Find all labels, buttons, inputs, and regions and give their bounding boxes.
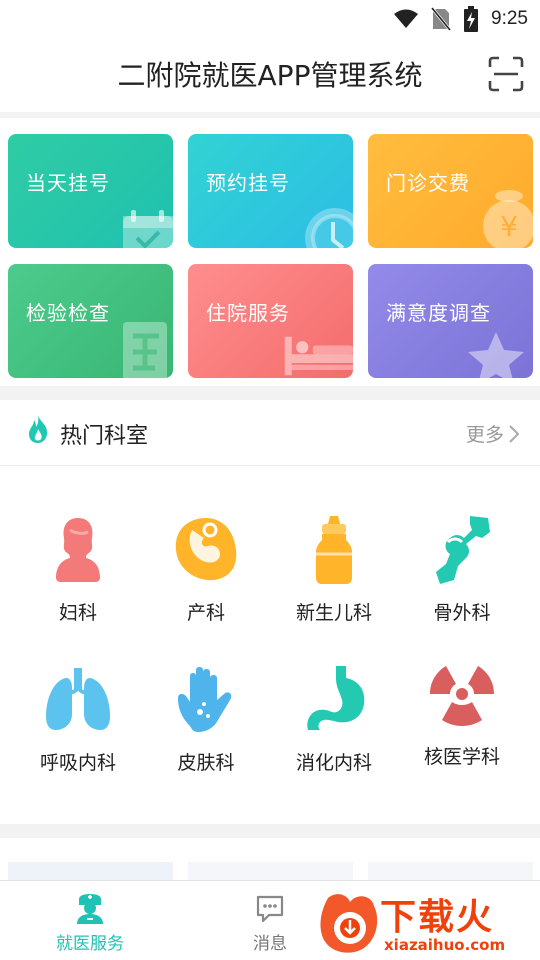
woman-silhouette-icon [56,518,100,582]
dept-name: 消化内科 [295,752,372,774]
inpatient-service-tile[interactable]: 住院服务 [188,264,353,378]
tab-label: 就医服务 [56,934,124,954]
app-screen: 9:25 二附院就医APP管理系统 当天挂号 预约挂号 门诊交费 ¥ 检验检查 … [0,0,540,960]
section-header: 热门科室 更多 [0,400,540,466]
scan-qr-icon[interactable] [488,56,524,92]
outpatient-payment-tile[interactable]: 门诊交费 ¥ [368,134,533,248]
message-bubble-icon [256,895,284,923]
lungs-icon [46,668,110,730]
dept-neonatology[interactable]: 新生儿科 [274,514,394,625]
yen-moneybag-icon: ¥ [483,190,533,248]
watermark-text: 下载火 [380,897,495,938]
dept-dermatology[interactable]: 皮肤科 [146,664,266,775]
dept-name: 骨外科 [433,602,491,624]
doctor-nurse-icon [77,894,103,924]
section-title: 热门科室 [60,424,149,449]
hot-departments-section: 热门科室 更多 妇科 产科 新生儿科 骨外科 呼吸内科 皮肤科 消化内科 核医学… [0,400,540,824]
dept-name: 核医学科 [423,746,500,768]
quick-actions: 当天挂号 预约挂号 门诊交费 ¥ 检验检查 住院服务 满意度调查 [0,118,540,386]
bone-joint-icon [436,516,490,584]
appointment-register-tile[interactable]: 预约挂号 [188,134,353,248]
lab-report-icon [123,322,167,378]
page-title: 二附院就医APP管理系统 [117,59,423,92]
tile-label: 住院服务 [206,301,290,325]
dept-name: 呼吸内科 [39,752,116,774]
star-icon [468,332,524,378]
hospital-bed-icon [284,336,353,376]
dept-name: 皮肤科 [177,752,235,774]
same-day-register-tile[interactable]: 当天挂号 [8,134,173,248]
stomach-icon [307,666,365,730]
satisfaction-survey-tile[interactable]: 满意度调查 [368,264,533,378]
dept-orthopedic-surgery[interactable]: 骨外科 [402,514,522,625]
more-link[interactable]: 更多 [466,420,520,447]
tab-medical-service[interactable]: 就医服务 [20,881,160,960]
dept-gastroenterology[interactable]: 消化内科 [274,664,394,775]
baby-bottle-icon [316,516,352,584]
dept-obstetrics[interactable]: 产科 [146,514,266,625]
calendar-check-icon [123,210,173,248]
svg-text:¥: ¥ [500,210,518,243]
dept-nuclear-medicine[interactable]: 核医学科 [402,658,522,769]
clock-time: 9:25 [491,8,528,29]
dept-respiratory-medicine[interactable]: 呼吸内科 [18,664,138,775]
dept-name: 产科 [186,602,225,624]
lab-exam-tile[interactable]: 检验检查 [8,264,173,378]
status-icons: 9:25 [393,6,528,32]
hand-skin-icon [178,667,232,732]
chevron-right-icon [509,424,520,443]
status-bar: 9:25 [0,0,540,36]
title-bar: 二附院就医APP管理系统 [0,36,540,112]
watermark-logo: 下载火 xiazaihuo.com [318,886,540,960]
dept-name: 新生儿科 [295,602,372,624]
wifi-icon [394,9,419,28]
watermark-url: xiazaihuo.com [384,936,506,954]
fire-logo-icon [320,894,378,953]
clock-icon [305,208,353,248]
battery-charging-icon [464,6,479,32]
no-sim-icon [431,7,452,31]
dept-gynecology[interactable]: 妇科 [18,514,138,625]
flame-icon [29,415,48,443]
more-label: 更多 [465,424,504,446]
dept-name: 妇科 [58,602,97,624]
radiation-icon [430,666,494,726]
fetus-icon [175,518,237,581]
